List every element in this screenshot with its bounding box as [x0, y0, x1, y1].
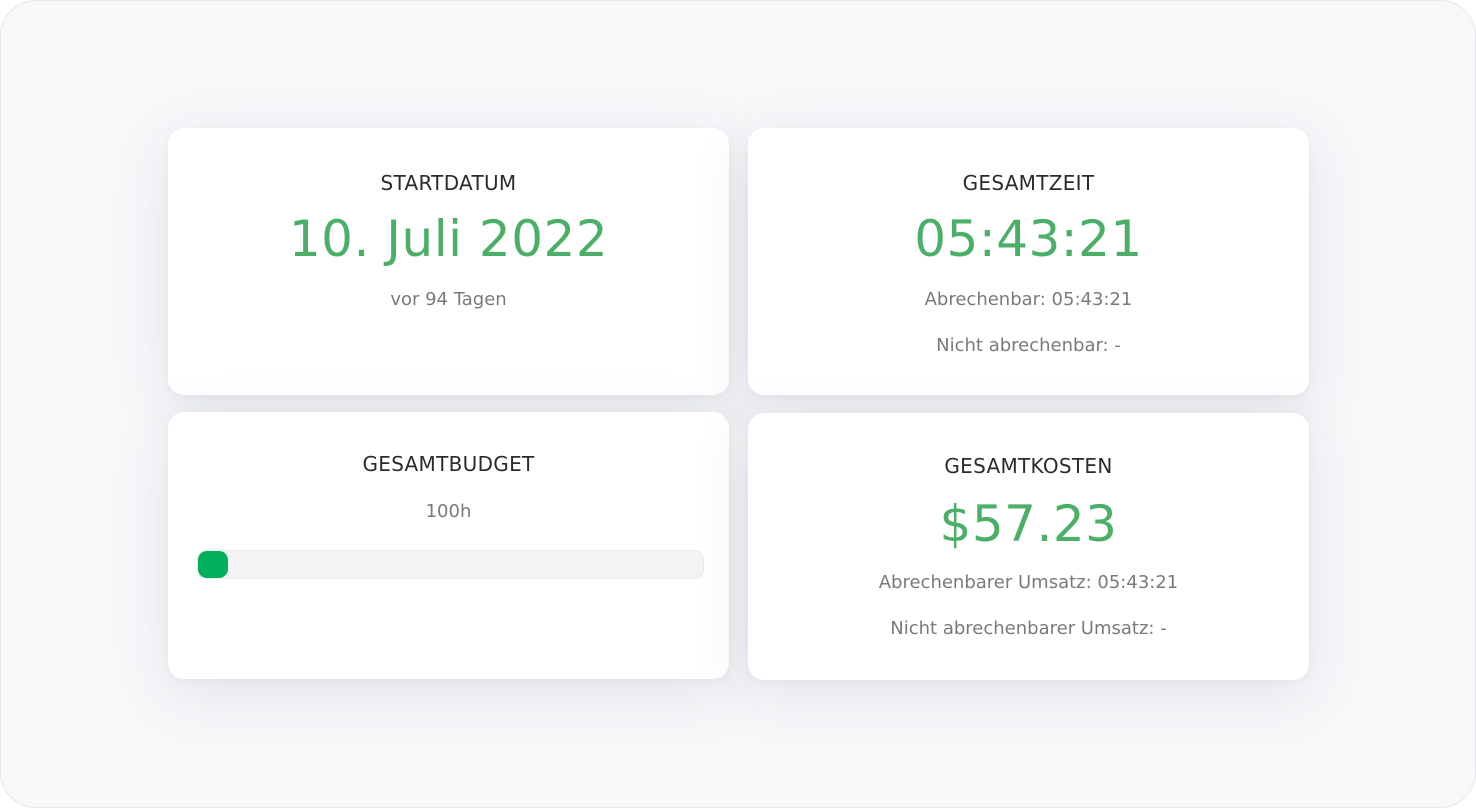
total-cost-value: $57.23 — [939, 495, 1118, 553]
total-cost-card: GESAMTKOSTEN $57.23 Abrechenbarer Umsatz… — [748, 413, 1309, 680]
total-cost-billable-revenue: Abrechenbarer Umsatz: 05:43:21 — [878, 572, 1179, 593]
total-budget-amount: 100h — [425, 501, 472, 522]
start-date-title: STARTDATUM — [380, 171, 517, 195]
total-time-card: GESAMTZEIT 05:43:21 Abrechenbar: 05:43:2… — [748, 128, 1309, 395]
start-date-card: STARTDATUM 10. Juli 2022 vor 94 Tagen — [168, 128, 729, 395]
total-time-billable: Abrechenbar: 05:43:21 — [924, 289, 1133, 310]
total-time-title: GESAMTZEIT — [962, 171, 1095, 195]
dashboard-frame: STARTDATUM 10. Juli 2022 vor 94 Tagen GE… — [0, 0, 1476, 808]
budget-progress-fill — [198, 551, 229, 578]
total-time-value: 05:43:21 — [914, 210, 1143, 268]
total-budget-card: GESAMTBUDGET 100h — [168, 412, 729, 679]
total-time-non-billable: Nicht abrechenbar: - — [936, 335, 1121, 356]
total-cost-non-billable-revenue: Nicht abrechenbarer Umsatz: - — [890, 618, 1167, 639]
total-budget-title: GESAMTBUDGET — [362, 452, 535, 476]
start-date-relative: vor 94 Tagen — [390, 289, 507, 310]
budget-progress-bar — [197, 550, 704, 579]
total-cost-title: GESAMTKOSTEN — [944, 454, 1113, 478]
start-date-value: 10. Juli 2022 — [288, 210, 609, 268]
